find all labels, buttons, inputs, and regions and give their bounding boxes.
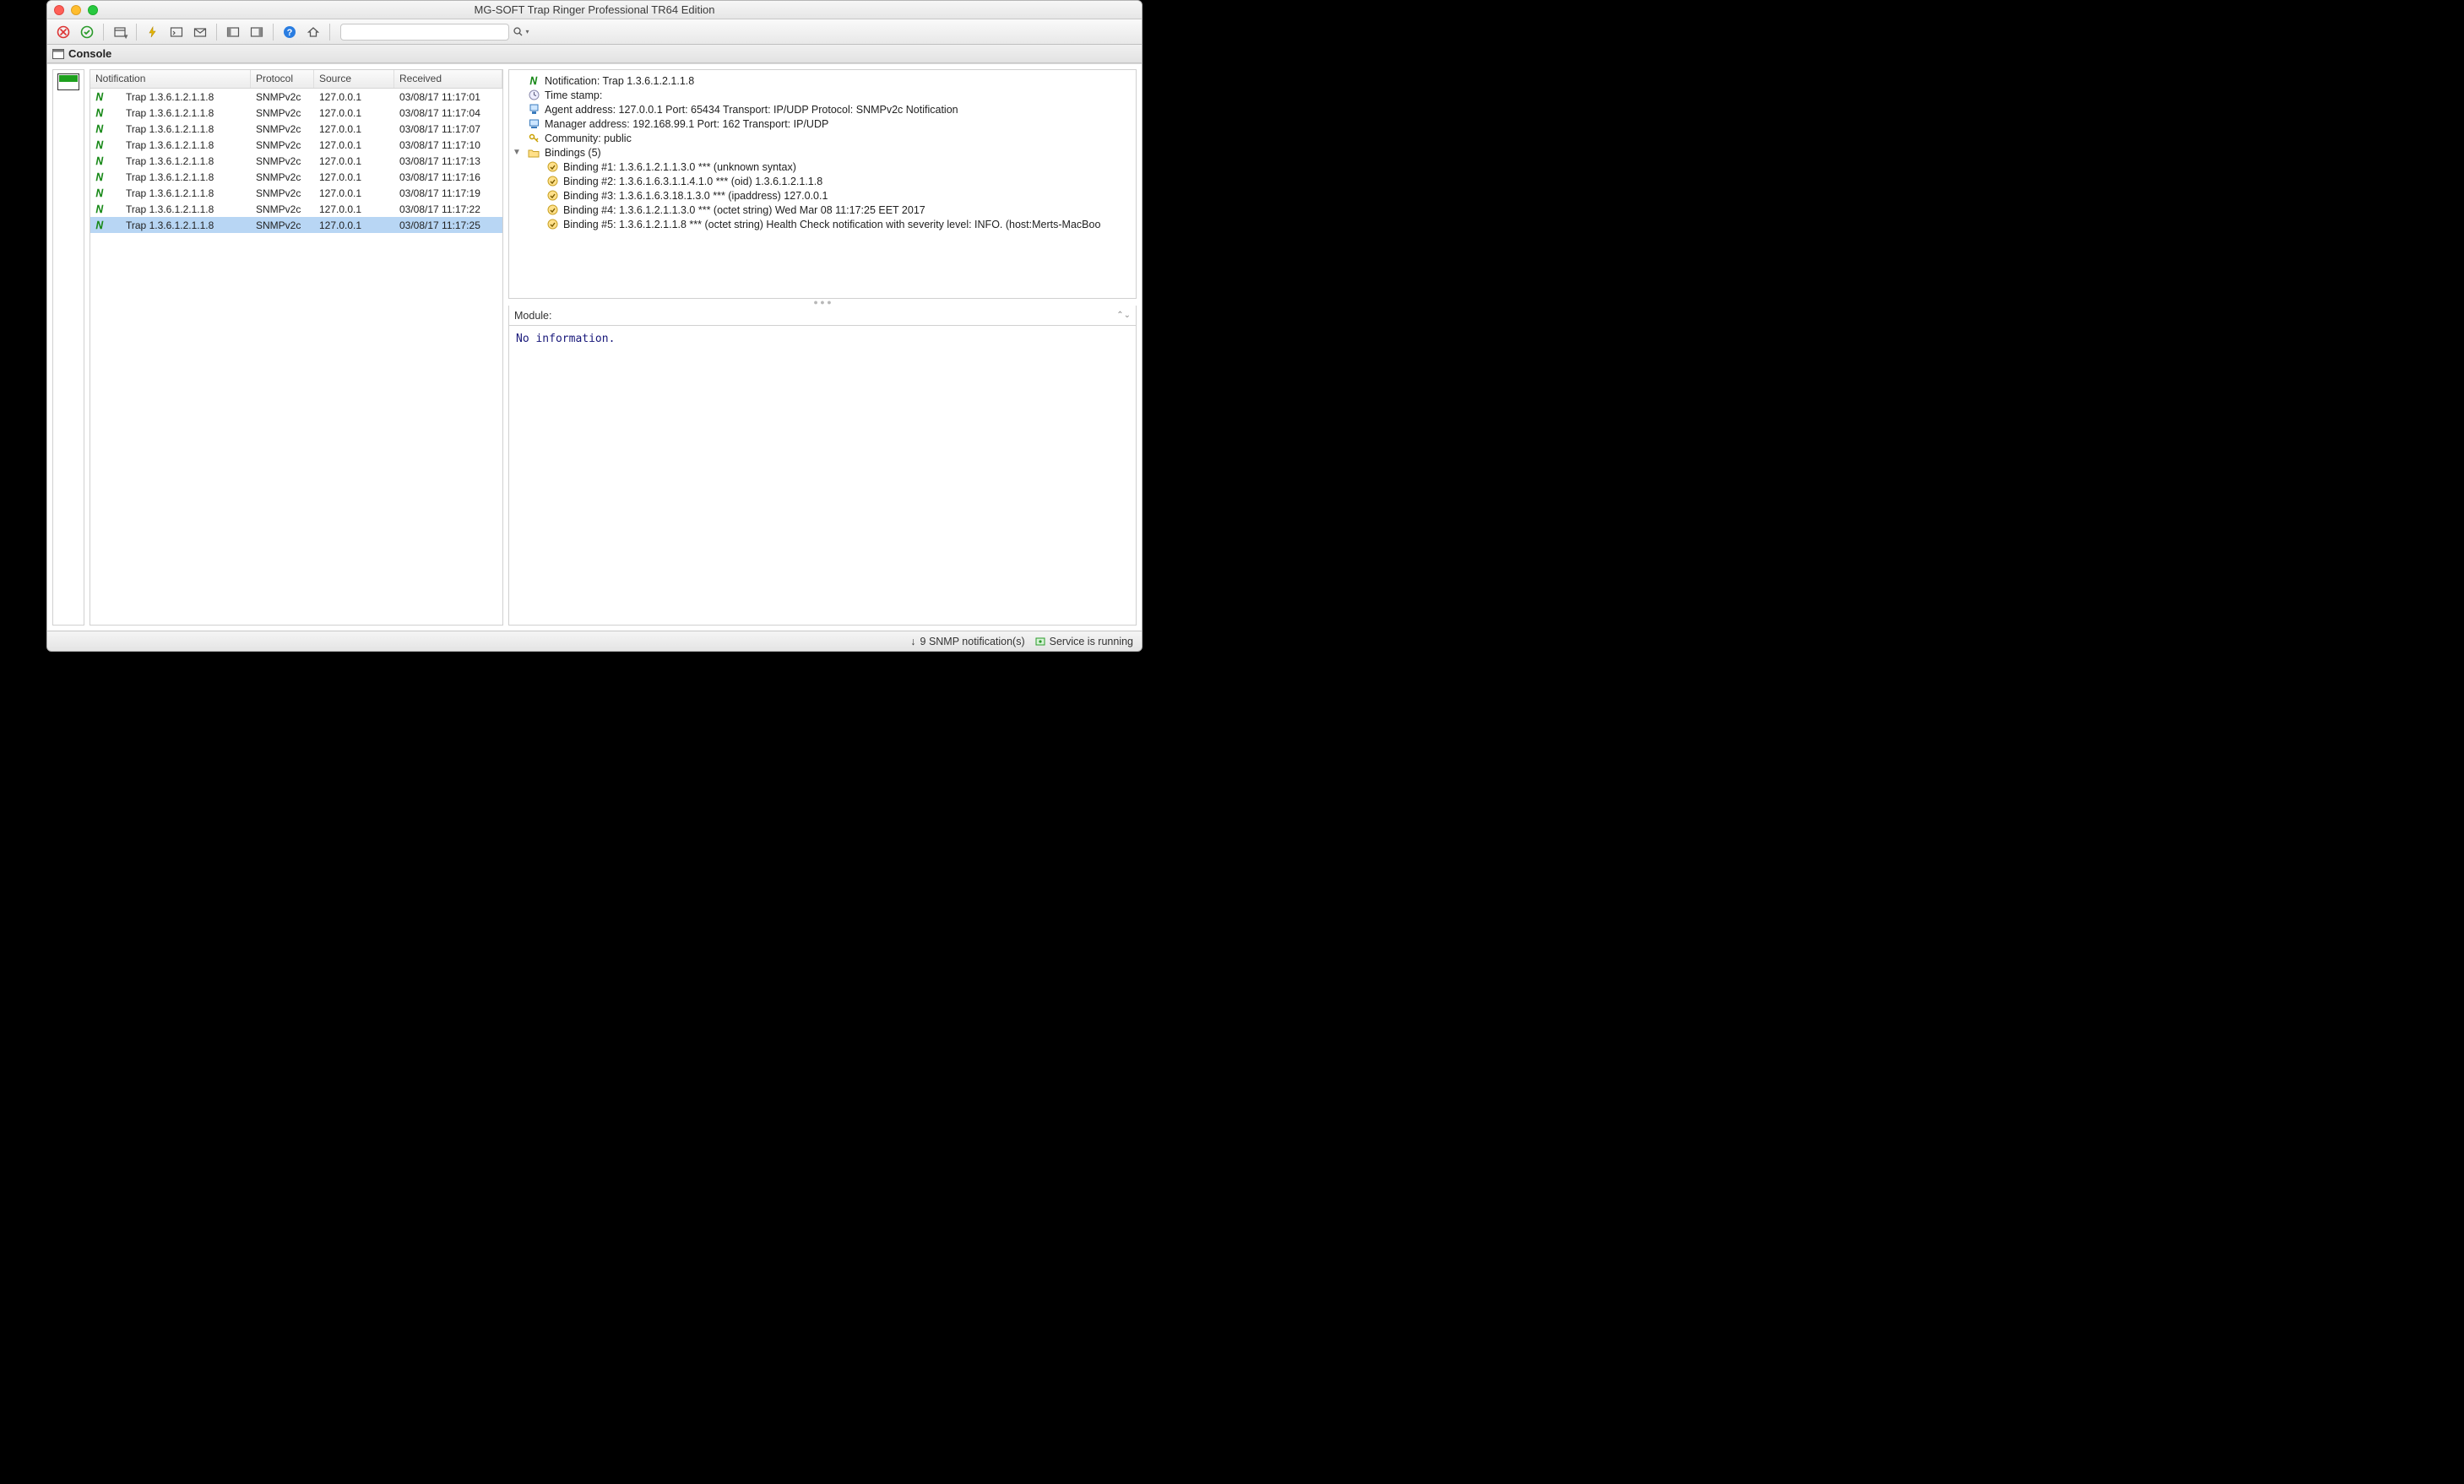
binding-item[interactable]: Binding #3: 1.3.6.1.6.3.18.1.3.0 *** (ip…: [513, 188, 1132, 203]
binding-icon: [546, 219, 558, 230]
trap-icon: 𝘕: [94, 123, 106, 135]
splitter-handle[interactable]: ● ● ●: [508, 299, 1137, 306]
toolbar: ▼ ? ▾: [47, 19, 1142, 45]
detail-pane: 𝘕 Notification: Trap 1.3.6.1.2.1.1.8 Tim…: [508, 69, 1137, 299]
binding-icon: [546, 190, 558, 202]
service-running-icon: [1035, 636, 1045, 647]
binding-icon: [546, 161, 558, 173]
trap-icon: 𝘕: [94, 171, 106, 183]
col-received[interactable]: Received: [394, 70, 502, 88]
chevron-up-down-icon: ⌃⌄: [1116, 311, 1131, 320]
agent-icon: [528, 104, 540, 116]
module-label: Module:: [514, 310, 551, 322]
search-input[interactable]: [340, 24, 509, 41]
table-row[interactable]: 𝘕Trap 1.3.6.1.2.1.1.8SNMPv2c127.0.0.103/…: [90, 105, 502, 121]
clock-icon: [528, 89, 540, 101]
key-icon: [528, 133, 540, 144]
module-selector[interactable]: Module: ⌃⌄: [508, 306, 1137, 326]
panel-header: Console: [47, 45, 1142, 63]
binding-icon: [546, 204, 558, 216]
table-row[interactable]: 𝘕Trap 1.3.6.1.2.1.1.8SNMPv2c127.0.0.103/…: [90, 137, 502, 153]
app-window: MG-SOFT Trap Ringer Professional TR64 Ed…: [46, 0, 1142, 652]
disclosure-triangle-icon[interactable]: ▼: [513, 148, 523, 157]
pane-left-button[interactable]: [222, 23, 244, 41]
trap-icon: 𝘕: [94, 155, 106, 167]
trap-icon: 𝘕: [94, 91, 106, 103]
table-header: Notification Protocol Source Received: [90, 70, 502, 89]
layout-button[interactable]: ▼: [109, 23, 131, 41]
status-notifications: ↓ 9 SNMP notification(s): [910, 636, 1024, 647]
trap-icon: 𝘕: [528, 75, 540, 87]
trap-icon: 𝘕: [94, 139, 106, 151]
table-row[interactable]: 𝘕Trap 1.3.6.1.2.1.1.8SNMPv2c127.0.0.103/…: [90, 185, 502, 201]
sidebar: [52, 69, 84, 626]
col-source[interactable]: Source: [314, 70, 394, 88]
help-button[interactable]: ?: [279, 23, 301, 41]
table-row[interactable]: 𝘕Trap 1.3.6.1.2.1.1.8SNMPv2c127.0.0.103/…: [90, 89, 502, 105]
home-button[interactable]: [302, 23, 324, 41]
search-dropdown-button[interactable]: ▾: [511, 24, 531, 41]
pane-right-button[interactable]: [246, 23, 268, 41]
status-bar: ↓ 9 SNMP notification(s) Service is runn…: [47, 631, 1142, 651]
table-row[interactable]: 𝘕Trap 1.3.6.1.2.1.1.8SNMPv2c127.0.0.103/…: [90, 121, 502, 137]
titlebar: MG-SOFT Trap Ringer Professional TR64 Ed…: [47, 1, 1142, 19]
status-service: Service is running: [1035, 636, 1133, 647]
panel-title: Console: [68, 47, 111, 60]
col-protocol[interactable]: Protocol: [251, 70, 314, 88]
trap-icon: 𝘕: [94, 219, 106, 231]
console-button[interactable]: [166, 23, 187, 41]
info-text: No information.: [516, 333, 615, 345]
trap-icon: 𝘕: [94, 203, 106, 215]
binding-item[interactable]: Binding #2: 1.3.6.1.6.3.1.1.4.1.0 *** (o…: [513, 174, 1132, 188]
table-row[interactable]: 𝘕Trap 1.3.6.1.2.1.1.8SNMPv2c127.0.0.103/…: [90, 153, 502, 169]
binding-item[interactable]: Binding #1: 1.3.6.1.2.1.1.3.0 *** (unkno…: [513, 160, 1132, 174]
table-row[interactable]: 𝘕Trap 1.3.6.1.2.1.1.8SNMPv2c127.0.0.103/…: [90, 201, 502, 217]
window-title: MG-SOFT Trap Ringer Professional TR64 Ed…: [47, 3, 1142, 16]
trap-icon: 𝘕: [94, 107, 106, 119]
manager-icon: [528, 118, 540, 130]
detail-bindings-header[interactable]: ▼ Bindings (5): [513, 145, 1132, 160]
trap-icon: 𝘕: [94, 187, 106, 199]
detail-notification: 𝘕 Notification: Trap 1.3.6.1.2.1.1.8: [513, 73, 1132, 88]
col-notification[interactable]: Notification: [90, 70, 251, 88]
folder-icon: [528, 147, 540, 159]
lightning-button[interactable]: [142, 23, 164, 41]
monitor-icon[interactable]: [57, 73, 79, 90]
info-pane: No information.: [508, 326, 1137, 626]
binding-icon: [546, 176, 558, 187]
svg-text:?: ?: [287, 28, 293, 38]
start-button[interactable]: [76, 23, 98, 41]
binding-item[interactable]: Binding #4: 1.3.6.1.2.1.1.3.0 *** (octet…: [513, 203, 1132, 217]
mail-button[interactable]: [189, 23, 211, 41]
binding-item[interactable]: Binding #5: 1.3.6.1.2.1.1.8 *** (octet s…: [513, 217, 1132, 231]
stop-button[interactable]: [52, 23, 74, 41]
notification-table: Notification Protocol Source Received 𝘕T…: [90, 69, 503, 626]
download-arrow-icon: ↓: [910, 636, 915, 647]
detail-timestamp: Time stamp:: [513, 88, 1132, 102]
table-row[interactable]: 𝘕Trap 1.3.6.1.2.1.1.8SNMPv2c127.0.0.103/…: [90, 217, 502, 233]
detail-agent: Agent address: 127.0.0.1 Port: 65434 Tra…: [513, 102, 1132, 116]
table-row[interactable]: 𝘕Trap 1.3.6.1.2.1.1.8SNMPv2c127.0.0.103/…: [90, 169, 502, 185]
detail-community: Community: public: [513, 131, 1132, 145]
console-icon: [52, 48, 64, 60]
detail-manager: Manager address: 192.168.99.1 Port: 162 …: [513, 116, 1132, 131]
